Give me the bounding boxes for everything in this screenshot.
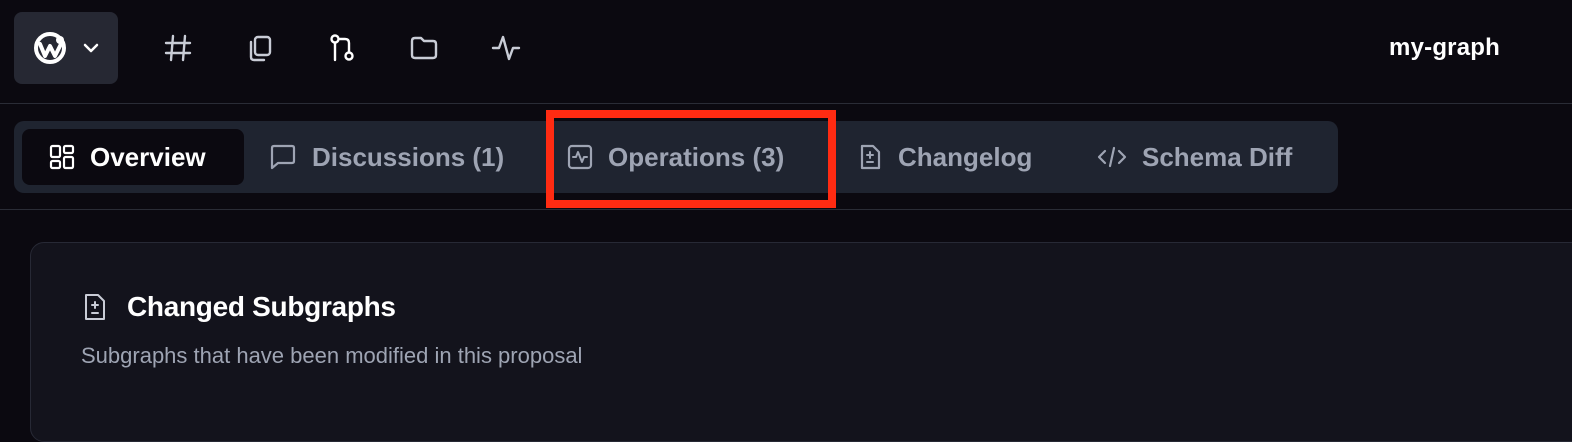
graph-name: my-graph [1389, 34, 1500, 61]
code-icon [1096, 143, 1128, 171]
card-subtitle: Subgraphs that have been modified in thi… [81, 343, 583, 368]
proposal-tabs: Overview Discussions (1) Operations (3) [14, 121, 1338, 193]
tab-changelog-label: Changelog [898, 141, 1033, 172]
activity-square-icon [566, 143, 594, 171]
top-bar: my-graph [0, 0, 1572, 104]
tab-schema-diff-label: Schema Diff [1142, 141, 1293, 172]
layout-grid-icon [48, 143, 76, 171]
top-nav [160, 28, 570, 68]
activity-icon[interactable] [488, 28, 570, 68]
tab-overview-label: Overview [90, 141, 206, 172]
tab-schema-diff[interactable]: Schema Diff [1096, 129, 1292, 185]
wundergraph-logo-icon [32, 30, 68, 66]
chevron-down-icon [82, 39, 100, 57]
file-diff-icon [856, 143, 884, 171]
tab-changelog[interactable]: Changelog [856, 129, 1032, 185]
tab-discussions[interactable]: Discussions (1) [268, 129, 504, 185]
card-title: Changed Subgraphs [127, 291, 396, 322]
card-header: Changed Subgraphs [81, 291, 396, 323]
folder-icon[interactable] [406, 28, 488, 68]
message-square-icon [268, 142, 298, 172]
org-switcher-button[interactable] [14, 12, 118, 84]
tab-operations-label: Operations (3) [608, 141, 785, 172]
tab-discussions-label: Discussions (1) [312, 141, 505, 172]
file-diff-icon [81, 292, 109, 322]
tab-overview[interactable]: Overview [22, 129, 244, 185]
hash-icon[interactable] [160, 28, 242, 68]
git-pull-request-icon[interactable] [324, 28, 406, 68]
copy-icon[interactable] [242, 28, 324, 68]
tab-operations[interactable]: Operations (3) [566, 129, 784, 185]
changed-subgraphs-card: Changed Subgraphs Subgraphs that have be… [30, 242, 1572, 442]
tabs-row: Overview Discussions (1) Operations (3) [0, 104, 1572, 210]
